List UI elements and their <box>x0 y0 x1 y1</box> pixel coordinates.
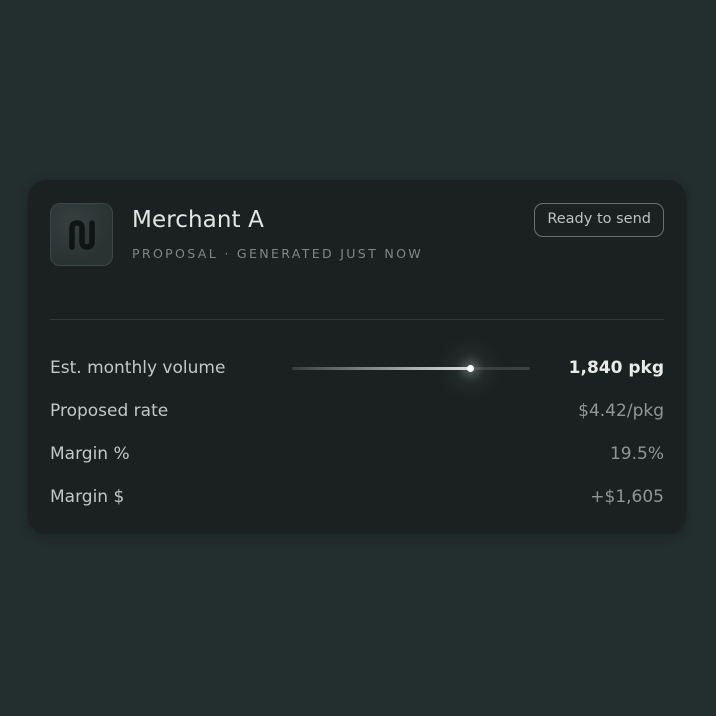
metric-row-margin-percent: Margin % 19.5% <box>50 441 664 467</box>
metric-row-rate: Proposed rate $4.42/pkg <box>50 398 664 424</box>
divider <box>50 319 664 320</box>
metric-row-margin-dollar: Margin $ +$1,605 <box>50 484 664 510</box>
metric-label: Margin % <box>50 444 130 464</box>
metric-row-volume: Est. monthly volume 1,840 pkg <box>50 355 664 381</box>
metric-value: $4.42/pkg <box>578 401 664 421</box>
status-badge[interactable]: Ready to send <box>534 203 664 237</box>
metric-label: Proposed rate <box>50 401 169 421</box>
volume-slider-thumb[interactable] <box>466 365 474 372</box>
proposal-subtitle: PROPOSAL · GENERATED JUST NOW <box>132 246 424 261</box>
volume-slider[interactable] <box>292 365 530 372</box>
proposal-card: Merchant A PROPOSAL · GENERATED JUST NOW… <box>28 180 686 534</box>
metric-label: Est. monthly volume <box>50 358 226 378</box>
metric-value: 1,840 pkg <box>568 358 664 378</box>
metric-value: 19.5% <box>609 444 664 464</box>
merchant-logo-icon <box>50 203 113 266</box>
merchant-title: Merchant A <box>132 207 264 233</box>
metric-value: +$1,605 <box>590 487 664 507</box>
volume-slider-fill <box>292 367 471 370</box>
metric-label: Margin $ <box>50 487 125 507</box>
